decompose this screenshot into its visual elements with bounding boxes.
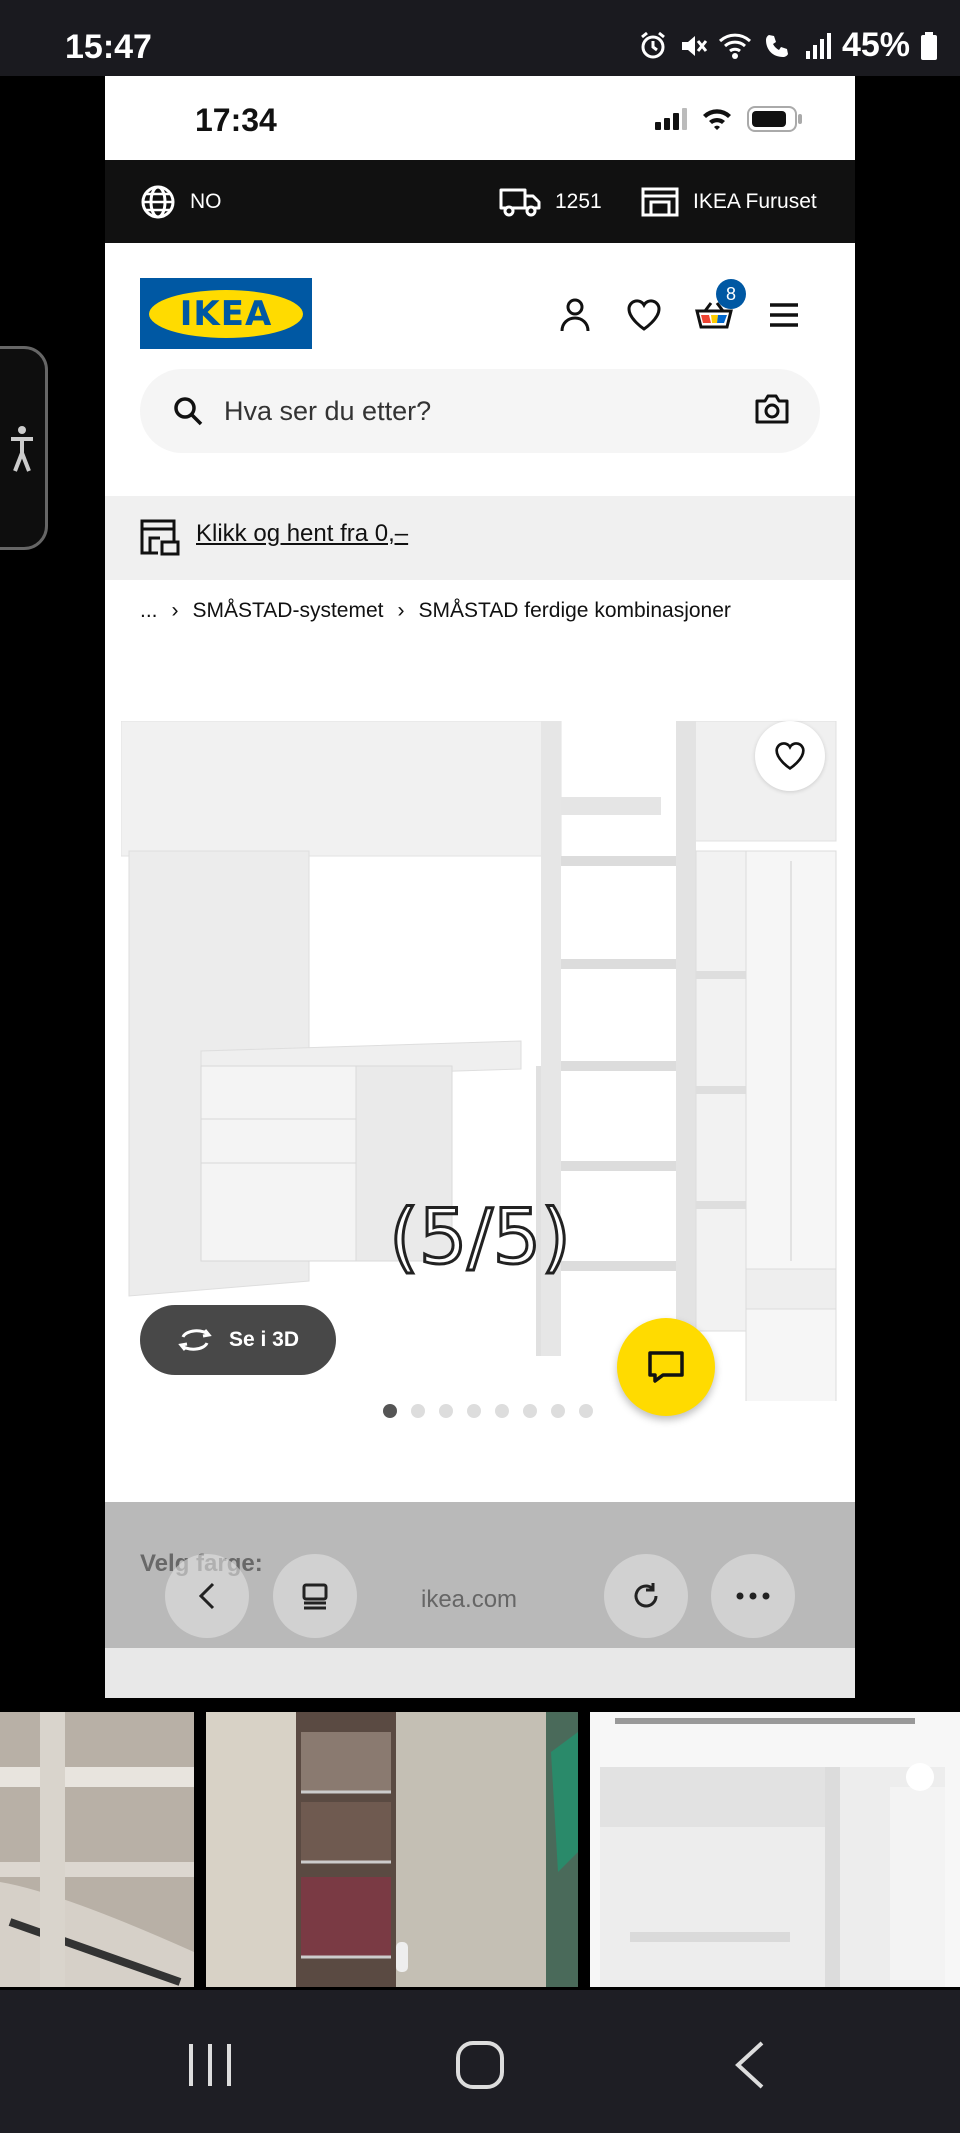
home-button[interactable] [440, 2025, 520, 2105]
product-gallery[interactable]: Se i 3D [120, 720, 839, 1471]
browser-url[interactable]: ikea.com [421, 1586, 517, 1614]
click-collect-banner: Klikk og hent fra 0,– [105, 496, 855, 580]
accessibility-icon [11, 426, 33, 472]
account-button[interactable] [553, 293, 597, 337]
menu-button[interactable] [762, 293, 806, 337]
gallery-dot-8[interactable] [579, 1404, 593, 1418]
thumbnail-3[interactable] [590, 1712, 960, 1987]
thumbnail-2[interactable] [206, 1712, 578, 1987]
image-thumbnail-strip [0, 1712, 960, 1987]
rotate-3d-icon [178, 1329, 212, 1351]
gallery-dot-2[interactable] [411, 1404, 425, 1418]
battery-percent: 45% [841, 26, 910, 64]
android-status-icons: 45% [638, 26, 938, 65]
battery-icon [921, 31, 937, 60]
thumbnail-1[interactable] [0, 1712, 194, 1987]
android-navigation-bar [0, 1990, 960, 2133]
cart-button[interactable]: 8 [692, 279, 746, 337]
product-image-loft-bed [120, 720, 839, 1407]
wifi-icon [703, 109, 731, 130]
breadcrumb-item-system[interactable]: SMÅSTAD-systemet [193, 599, 384, 623]
wishlist-button[interactable] [622, 293, 666, 337]
hamburger-menu-icon [770, 303, 798, 327]
site-header: IKEA 8 [105, 243, 855, 453]
chevron-right-icon: › [397, 599, 405, 622]
chat-bubble-icon [648, 1351, 684, 1383]
language-label: NO [190, 189, 222, 213]
search-bar [140, 369, 820, 453]
gallery-dot-3[interactable] [439, 1404, 453, 1418]
browser-tabs-button[interactable] [272, 1554, 357, 1638]
store-label: IKEA Furuset [693, 189, 817, 213]
globe-icon [141, 185, 175, 218]
breadcrumb-ellipsis[interactable]: ... [140, 599, 158, 623]
store-selector[interactable]: IKEA Furuset [641, 160, 817, 243]
variant-thumbnails-strip [105, 1648, 855, 1698]
alarm-icon [641, 31, 665, 58]
breadcrumb: ... › SMÅSTAD-systemet › SMÅSTAD ferdige… [140, 599, 731, 623]
gallery-dot-7[interactable] [551, 1404, 565, 1418]
chevron-right-icon: › [171, 599, 179, 622]
chat-button[interactable] [617, 1318, 715, 1416]
accessibility-tab[interactable] [0, 346, 48, 550]
chevron-left-icon [198, 1582, 215, 1610]
view-in-3d-button[interactable]: Se i 3D [140, 1305, 336, 1375]
more-dots-icon [736, 1592, 770, 1600]
language-selector[interactable]: NO [140, 160, 222, 243]
browser-more-button[interactable] [711, 1554, 795, 1638]
store-pickup-icon [140, 519, 180, 556]
add-to-wishlist-button[interactable] [755, 721, 825, 791]
thumbnail-screenshot-blurred [590, 1712, 960, 1987]
ios-status-icons [655, 106, 803, 132]
reload-icon [634, 1583, 657, 1608]
image-viewer-counter: (5/5) [388, 1191, 573, 1283]
cellular-icon [655, 108, 687, 130]
delivery-postcode[interactable]: 1251 [499, 160, 602, 243]
postcode-label: 1251 [555, 189, 602, 213]
gallery-dot-5[interactable] [495, 1404, 509, 1418]
user-icon [560, 298, 590, 332]
store-icon [641, 187, 679, 216]
logo-text: IKEA [179, 293, 273, 334]
recent-apps-button[interactable] [170, 2025, 250, 2105]
gallery-dot-6[interactable] [523, 1404, 537, 1418]
thumbnail-photo-wardrobe [206, 1712, 578, 1987]
recent-apps-icon [189, 2044, 231, 2086]
breadcrumb-item-combinations[interactable]: SMÅSTAD ferdige kombinasjoner [418, 599, 730, 623]
back-button[interactable] [710, 2025, 790, 2105]
logo-oval: IKEA [149, 289, 303, 338]
ikea-logo[interactable]: IKEA [140, 278, 312, 349]
search-input[interactable] [224, 391, 724, 431]
search-icon [174, 397, 203, 426]
home-icon [456, 2041, 504, 2089]
battery-icon [747, 106, 802, 132]
back-chevron-icon [735, 2041, 764, 2089]
mute-icon [681, 35, 708, 56]
android-clock: 15:47 [65, 28, 152, 66]
visual-search-button[interactable] [754, 393, 790, 429]
wifi-icon [718, 33, 751, 59]
view-in-3d-label: Se i 3D [228, 1328, 300, 1351]
gallery-dot-1[interactable] [383, 1404, 397, 1418]
signal-icon [805, 32, 831, 59]
truck-icon [499, 188, 541, 216]
android-status-bar: 15:47 45% [0, 0, 960, 76]
gallery-pagination [383, 1404, 593, 1418]
call-icon [765, 34, 788, 57]
cart-count-badge: 8 [716, 279, 746, 309]
thumbnail-photo-ladder [0, 1712, 194, 1987]
store-info-bar: NO 1251 IKEA Furuset [105, 160, 855, 243]
ios-status-bar: 17:34 [105, 76, 855, 160]
click-collect-link[interactable]: Klikk og hent fra 0,– [196, 520, 408, 548]
browser-reload-button[interactable] [603, 1554, 688, 1638]
browser-back-button[interactable] [165, 1554, 249, 1638]
heart-icon [627, 299, 661, 331]
tabs-icon [302, 1583, 327, 1610]
camera-icon [755, 394, 789, 424]
ios-clock: 17:34 [195, 102, 277, 138]
heart-icon [775, 742, 805, 771]
phone-screenshot: 17:34 NO 1251 IKEA Furuset IKEA 8 Hva se… [105, 76, 855, 1698]
gallery-dot-4[interactable] [467, 1404, 481, 1418]
